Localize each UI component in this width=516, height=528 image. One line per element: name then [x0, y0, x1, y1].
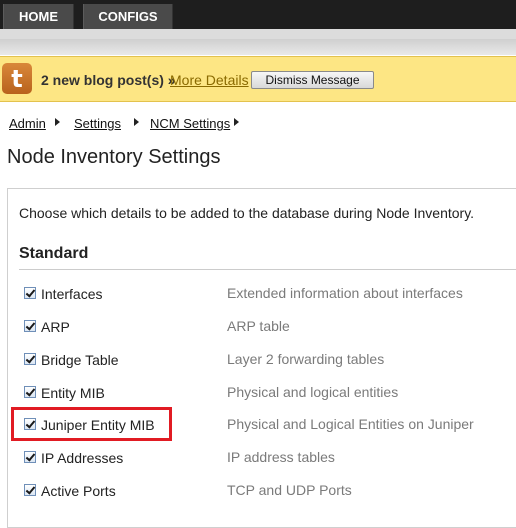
- option-description: Physical and Logical Entities on Juniper: [227, 416, 474, 432]
- option-description: ARP table: [227, 318, 290, 334]
- breadcrumb-arrow-icon: [55, 118, 60, 126]
- inventory-option-row: Interfaces Extended information about in…: [0, 285, 516, 311]
- option-description: IP address tables: [227, 449, 335, 465]
- inventory-option-row: Active Ports TCP and UDP Ports: [0, 482, 516, 508]
- option-description: Extended information about interfaces: [227, 285, 463, 301]
- message-bar: t 2 new blog post(s) » More Details Dism…: [0, 56, 516, 102]
- more-details-link[interactable]: More Details: [170, 72, 249, 88]
- option-label: Bridge Table: [41, 352, 119, 368]
- sub-nav-bar: [0, 29, 516, 39]
- inventory-option-row: ARP ARP table: [0, 318, 516, 344]
- dismiss-message-button[interactable]: Dismiss Message: [251, 71, 374, 89]
- breadcrumb-ncm-settings[interactable]: NCM Settings: [150, 116, 230, 131]
- highlight-box: [11, 407, 172, 441]
- ip-addresses-checkbox[interactable]: [24, 451, 36, 463]
- inventory-option-row: IP Addresses IP address tables: [0, 449, 516, 475]
- option-label: Interfaces: [41, 286, 103, 302]
- option-label: IP Addresses: [41, 450, 124, 466]
- interfaces-checkbox[interactable]: [24, 287, 36, 299]
- arp-checkbox[interactable]: [24, 320, 36, 332]
- option-description: TCP and UDP Ports: [227, 482, 352, 498]
- option-description: Layer 2 forwarding tables: [227, 351, 385, 367]
- breadcrumb-arrow-icon: [134, 118, 139, 126]
- page-title: Node Inventory Settings: [7, 146, 221, 168]
- breadcrumb-arrow-icon: [234, 118, 239, 126]
- breadcrumb-admin[interactable]: Admin: [9, 116, 46, 131]
- bridge-table-checkbox[interactable]: [24, 353, 36, 365]
- tab-home[interactable]: HOME: [3, 4, 74, 29]
- section-divider: [19, 269, 516, 270]
- option-description: Physical and logical entities: [227, 384, 399, 400]
- top-nav: HOME CONFIGS: [0, 0, 516, 29]
- header-divider: [0, 39, 516, 55]
- active-ports-checkbox[interactable]: [24, 484, 36, 496]
- option-label: Active Ports: [41, 483, 116, 499]
- entity-mib-checkbox[interactable]: [24, 386, 36, 398]
- breadcrumb-settings[interactable]: Settings: [74, 116, 121, 131]
- option-label: ARP: [41, 319, 70, 335]
- blog-message-text: 2 new blog post(s) »: [41, 72, 176, 88]
- option-label: Entity MIB: [41, 385, 105, 401]
- section-title: Standard: [19, 245, 89, 262]
- blog-logo-icon: t: [2, 63, 32, 94]
- tab-configs[interactable]: CONFIGS: [83, 4, 173, 29]
- inventory-option-row: Bridge Table Layer 2 forwarding tables: [0, 351, 516, 377]
- panel-description: Choose which details to be added to the …: [19, 205, 475, 221]
